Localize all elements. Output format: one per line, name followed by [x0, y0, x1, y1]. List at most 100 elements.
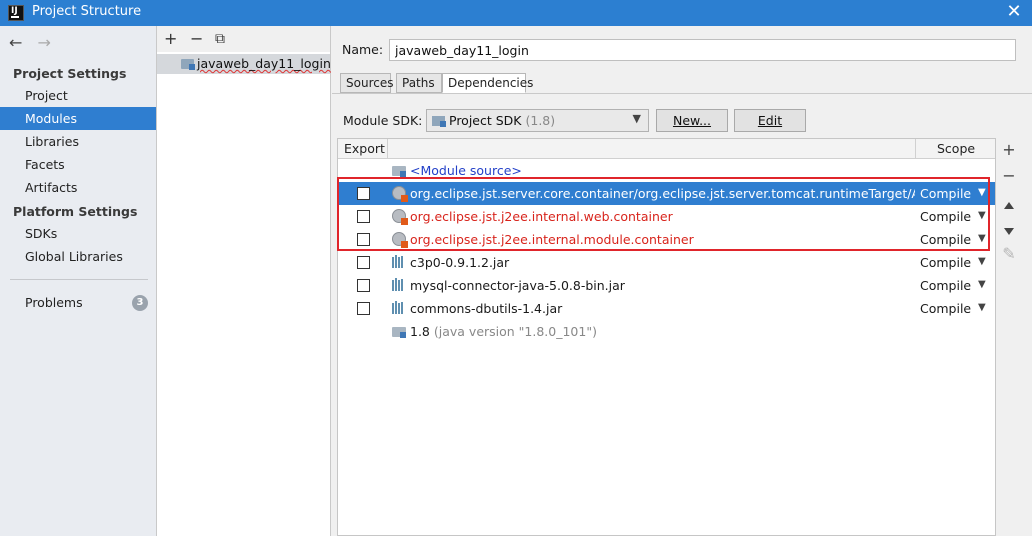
java-version-text: (java version "1.8.0_101"): [433, 324, 597, 339]
dependency-row[interactable]: org.eclipse.jst.j2ee.internal.web.contai…: [338, 205, 995, 228]
tab-underline: [332, 93, 1032, 94]
close-icon[interactable]: ✕: [1002, 1, 1026, 25]
dependency-name: 1.8 (java version "1.8.0_101"): [410, 324, 915, 339]
dependency-name: mysql-connector-java-5.0.8-bin.jar: [410, 278, 625, 293]
sidebar-item-project[interactable]: Project: [0, 84, 156, 107]
project-settings-heading: Project Settings: [13, 66, 127, 81]
dependency-row[interactable]: <Module source>: [338, 159, 995, 182]
chevron-down-icon[interactable]: ▼: [978, 279, 986, 290]
sidebar-divider: [10, 279, 148, 280]
title-bar: IJ Project Structure ✕: [0, 0, 1032, 26]
edit-sdk-button[interactable]: Edit: [734, 109, 806, 132]
sdk-name: Project SDK: [449, 113, 522, 128]
dependency-row[interactable]: org.eclipse.jst.server.core.container/or…: [338, 182, 995, 205]
sidebar-item-artifacts[interactable]: Artifacts: [0, 176, 156, 199]
dependency-name: org.eclipse.jst.j2ee.internal.module.con…: [410, 232, 694, 247]
scope-value[interactable]: Compile: [920, 232, 971, 247]
export-checkbox[interactable]: [357, 279, 370, 292]
dependency-name: org.eclipse.jst.server.core.container/or…: [410, 186, 915, 201]
dependency-name: <Module source>: [410, 163, 522, 178]
back-arrow-icon[interactable]: ←: [9, 33, 22, 52]
jar-icon: [392, 255, 404, 269]
settings-sidebar: ← → Project Settings Project Modules Lib…: [0, 26, 157, 536]
module-sdk-label: Module SDK:: [343, 113, 423, 128]
export-column-header[interactable]: Export: [344, 141, 385, 156]
sidebar-item-modules[interactable]: Modules: [0, 107, 156, 130]
remove-dependency-icon[interactable]: −: [996, 166, 1022, 190]
sidebar-item-global-libraries[interactable]: Global Libraries: [0, 245, 156, 268]
sdk-version-name: 1.8: [410, 324, 430, 339]
dependency-row[interactable]: mysql-connector-java-5.0.8-bin.jar Compi…: [338, 274, 995, 297]
export-checkbox[interactable]: [357, 233, 370, 246]
edit-dependency-icon[interactable]: ✎: [996, 244, 1022, 268]
dependency-row[interactable]: org.eclipse.jst.j2ee.internal.module.con…: [338, 228, 995, 251]
sdk-folder-icon: [392, 327, 406, 338]
name-label: Name:: [342, 42, 384, 57]
edit-button-label: Edit: [757, 113, 783, 128]
module-folder-icon: [181, 59, 195, 70]
history-navigation: ← →: [9, 33, 61, 52]
dependency-row[interactable]: c3p0-0.9.1.2.jar Compile ▼: [338, 251, 995, 274]
tab-paths[interactable]: Paths: [396, 73, 442, 93]
sidebar-item-libraries[interactable]: Libraries: [0, 130, 156, 153]
window-title: Project Structure: [32, 4, 142, 19]
export-checkbox[interactable]: [357, 256, 370, 269]
intellij-app-icon: IJ: [8, 5, 24, 21]
module-tree-item[interactable]: javaweb_day11_login: [157, 54, 331, 74]
module-list-panel: + − ⧉ javaweb_day11_login: [157, 26, 331, 536]
module-name: javaweb_day11_login: [197, 56, 331, 71]
problems-count-badge: 3: [132, 295, 148, 311]
module-sdk-dropdown[interactable]: Project SDK (1.8) ▼: [426, 109, 649, 132]
scope-column-header[interactable]: Scope: [937, 141, 975, 156]
scope-value[interactable]: Compile: [920, 301, 971, 316]
new-button-label: New...: [672, 113, 712, 128]
chevron-down-icon[interactable]: ▼: [978, 210, 986, 221]
scope-value[interactable]: Compile: [920, 186, 971, 201]
platform-settings-heading: Platform Settings: [13, 204, 138, 219]
dependencies-table: Export Scope <Module source> org.eclipse…: [337, 138, 996, 536]
remove-icon[interactable]: −: [190, 29, 203, 48]
dependency-name: c3p0-0.9.1.2.jar: [410, 255, 510, 270]
sidebar-item-problems[interactable]: Problems 3: [0, 291, 156, 314]
dependency-name: org.eclipse.jst.j2ee.internal.web.contai…: [410, 209, 673, 224]
tab-sources[interactable]: Sources: [340, 73, 393, 93]
sidebar-item-label: Problems: [25, 295, 83, 310]
module-list-toolbar: + − ⧉: [157, 26, 330, 52]
folder-icon: [392, 166, 406, 177]
chevron-down-icon: ▼: [632, 112, 641, 125]
jar-icon: [392, 278, 404, 292]
move-up-icon[interactable]: [996, 193, 1022, 217]
column-divider: [915, 139, 916, 159]
sidebar-item-sdks[interactable]: SDKs: [0, 222, 156, 245]
copy-icon[interactable]: ⧉: [215, 31, 225, 47]
chevron-down-icon[interactable]: ▼: [978, 256, 986, 267]
scope-value[interactable]: Compile: [920, 209, 971, 224]
chevron-down-icon[interactable]: ▼: [978, 187, 986, 198]
sidebar-item-facets[interactable]: Facets: [0, 153, 156, 176]
jar-icon: [392, 301, 404, 315]
module-name-input[interactable]: [389, 39, 1016, 61]
scope-value[interactable]: Compile: [920, 278, 971, 293]
sdk-value: Project SDK (1.8): [449, 113, 555, 128]
add-icon[interactable]: +: [164, 29, 177, 48]
chevron-down-icon[interactable]: ▼: [978, 233, 986, 244]
column-divider: [387, 139, 388, 159]
new-sdk-button[interactable]: New...: [656, 109, 728, 132]
export-checkbox[interactable]: [357, 302, 370, 315]
sdk-folder-icon: [432, 116, 446, 127]
globe-library-icon: [392, 209, 408, 225]
export-checkbox[interactable]: [357, 187, 370, 200]
dependency-name: commons-dbutils-1.4.jar: [410, 301, 563, 316]
dependency-row[interactable]: 1.8 (java version "1.8.0_101"): [338, 320, 995, 343]
add-dependency-icon[interactable]: +: [996, 140, 1022, 164]
forward-arrow-icon[interactable]: →: [38, 33, 51, 52]
move-down-icon[interactable]: [996, 219, 1022, 243]
export-checkbox[interactable]: [357, 210, 370, 223]
dependency-row[interactable]: commons-dbutils-1.4.jar Compile ▼: [338, 297, 995, 320]
globe-library-icon: [392, 232, 408, 248]
sdk-version: (1.8): [525, 113, 556, 128]
scope-value[interactable]: Compile: [920, 255, 971, 270]
tab-dependencies[interactable]: Dependencies: [442, 73, 533, 93]
chevron-down-icon[interactable]: ▼: [978, 302, 986, 313]
module-detail-panel: Name: Sources Paths Dependencies Module …: [332, 26, 1032, 536]
